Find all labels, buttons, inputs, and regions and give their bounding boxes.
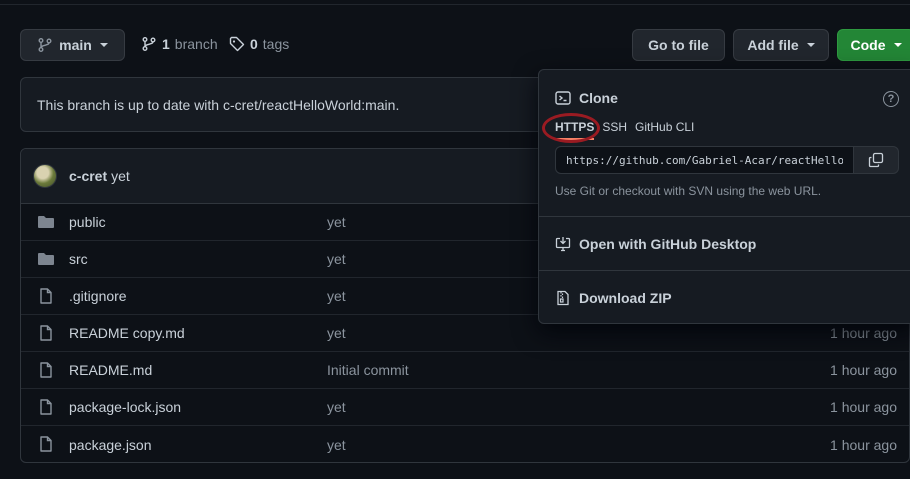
copy-icon: [868, 152, 884, 168]
file-icon: [37, 436, 55, 452]
branch-name: main: [59, 37, 92, 53]
clone-url-input[interactable]: [555, 146, 854, 174]
file-commit-message[interactable]: yet: [327, 325, 346, 341]
file-icon: [37, 362, 55, 378]
branch-word: branch: [174, 36, 218, 52]
tab-https[interactable]: HTTPS: [555, 120, 595, 140]
commit-author[interactable]: c-cret: [69, 168, 107, 184]
code-label: Code: [850, 37, 886, 53]
tab-github-cli[interactable]: GitHub CLI: [635, 120, 694, 140]
question-icon[interactable]: ?: [883, 91, 899, 107]
avatar[interactable]: [33, 164, 57, 188]
clone-section: Clone ? HTTPS SSH GitHub CLI Use Git or …: [539, 70, 910, 217]
folder-icon: [37, 251, 55, 267]
file-name[interactable]: public: [69, 214, 106, 230]
clone-url-group: [555, 146, 899, 174]
file-icon: [37, 325, 55, 341]
add-file-button[interactable]: Add file: [733, 29, 829, 61]
clone-protocol-tabs: HTTPS SSH GitHub CLI: [555, 120, 694, 140]
file-commit-message[interactable]: Initial commit: [327, 362, 409, 378]
branch-icon: [142, 37, 156, 51]
table-row[interactable]: package-lock.json yet 1 hour ago: [21, 389, 909, 426]
chevron-down-icon: [99, 43, 108, 47]
table-row[interactable]: package.json yet 1 hour ago: [21, 426, 909, 462]
clone-help-text: Use Git or checkout with SVN using the w…: [555, 184, 822, 198]
clone-heading: Clone: [555, 90, 618, 106]
file-name[interactable]: src: [69, 251, 88, 267]
top-divider: [0, 4, 910, 5]
file-commit-age: 1 hour ago: [830, 399, 897, 415]
branches-link[interactable]: 1 branch: [141, 36, 218, 52]
chevron-down-icon: [893, 43, 902, 47]
file-commit-message[interactable]: yet: [327, 437, 346, 453]
file-icon: [37, 399, 55, 415]
file-name[interactable]: .gitignore: [69, 288, 127, 304]
copy-url-button[interactable]: [854, 146, 899, 174]
commit-message[interactable]: yet: [111, 168, 130, 184]
file-commit-age: 1 hour ago: [830, 325, 897, 341]
branch-count: 1: [162, 36, 170, 52]
branch-status-banner: This branch is up to date with c-cret/re…: [20, 77, 560, 132]
desktop-download-icon: [555, 236, 571, 251]
folder-icon: [37, 214, 55, 230]
open-github-desktop-button[interactable]: Open with GitHub Desktop: [539, 217, 910, 271]
clone-title: Clone: [579, 90, 618, 106]
file-name[interactable]: package-lock.json: [69, 399, 181, 415]
file-name[interactable]: README.md: [69, 362, 152, 378]
branch-icon: [38, 38, 52, 52]
tag-icon: [229, 36, 245, 52]
add-file-label: Add file: [747, 37, 799, 53]
file-name[interactable]: README copy.md: [69, 325, 185, 341]
open-desktop-label: Open with GitHub Desktop: [579, 235, 757, 252]
branch-selector-button[interactable]: main: [20, 29, 125, 61]
branch-status-text: This branch is up to date with c-cret/re…: [37, 96, 400, 113]
download-zip-button[interactable]: Download ZIP: [539, 271, 910, 323]
file-name[interactable]: package.json: [69, 437, 152, 453]
tags-link[interactable]: 0 tags: [229, 36, 289, 52]
file-commit-message[interactable]: yet: [327, 399, 346, 415]
tag-count: 0: [250, 36, 258, 52]
terminal-icon: [555, 91, 571, 105]
code-button[interactable]: Code: [837, 29, 910, 61]
download-zip-label: Download ZIP: [579, 290, 672, 306]
file-commit-message[interactable]: yet: [327, 288, 346, 304]
chevron-down-icon: [806, 43, 815, 47]
code-dropdown-panel: Clone ? HTTPS SSH GitHub CLI Use Git or …: [538, 69, 910, 324]
file-commit-message[interactable]: yet: [327, 214, 346, 230]
file-commit-message[interactable]: yet: [327, 251, 346, 267]
tag-word: tags: [262, 36, 290, 52]
file-commit-age: 1 hour ago: [830, 362, 897, 378]
file-commit-age: 1 hour ago: [830, 436, 897, 453]
table-row[interactable]: README.md Initial commit 1 hour ago: [21, 352, 909, 389]
file-zip-icon: [557, 290, 569, 306]
go-to-file-button[interactable]: Go to file: [632, 29, 725, 61]
tab-ssh[interactable]: SSH: [602, 120, 627, 140]
file-icon: [37, 288, 55, 304]
